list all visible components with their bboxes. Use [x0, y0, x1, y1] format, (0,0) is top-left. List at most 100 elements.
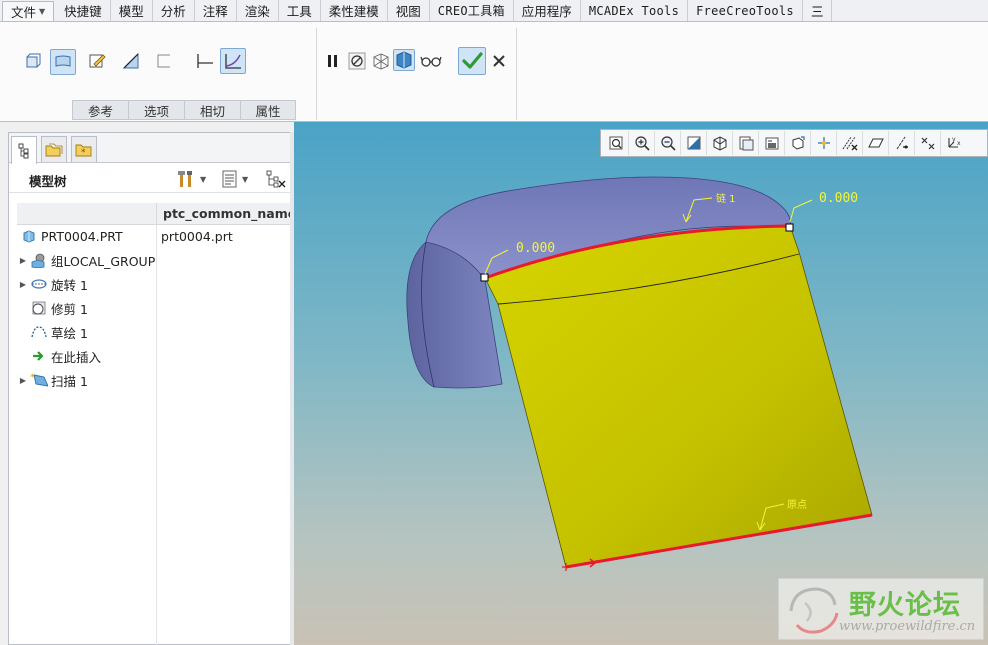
menu-tab-label: 柔性建模 — [328, 4, 379, 19]
repaint-icon[interactable] — [681, 131, 707, 155]
menu-tab-5[interactable]: 渲染 — [237, 0, 279, 21]
mesh-preview-icon[interactable] — [370, 50, 392, 72]
menu-tab-label: 快捷键 — [64, 4, 102, 19]
tree-show-button[interactable]: ▼ — [221, 168, 248, 190]
folder-icon — [45, 143, 63, 156]
chevron-down-icon: ▼ — [200, 174, 207, 184]
view-manager-icon[interactable] — [759, 131, 785, 155]
dashboard-tab-3[interactable]: 属性 — [240, 100, 296, 120]
expand-arrow-icon[interactable]: ▶ — [17, 376, 29, 385]
menu-tab-3[interactable]: 分析 — [153, 0, 195, 21]
favorites-tab[interactable]: * — [71, 136, 97, 162]
csys-display-icon[interactable]: yx — [941, 131, 967, 155]
surface-icon[interactable] — [50, 49, 76, 75]
menu-tab-6[interactable]: 工具 — [279, 0, 321, 21]
thicken-icon[interactable] — [120, 50, 142, 72]
tree-row[interactable]: 修剪 1 — [17, 297, 291, 319]
datum-display-icon[interactable] — [837, 131, 863, 155]
menu-tab-10[interactable]: 应用程序 — [514, 0, 581, 21]
point-display-icon[interactable] — [915, 131, 941, 155]
menu-tab-label: 模型 — [118, 4, 144, 19]
favorites-icon: * — [75, 144, 92, 158]
tools-icon — [178, 171, 192, 187]
glasses-preview-icon[interactable] — [418, 50, 444, 72]
dim-leader-right — [789, 199, 813, 223]
dashboard-tab-2[interactable]: 相切 — [184, 100, 240, 120]
dashboard-tab-1[interactable]: 选项 — [128, 100, 184, 120]
variable-section-icon[interactable] — [220, 48, 246, 74]
menu-tab-9[interactable]: CREO工具箱 — [430, 0, 514, 21]
tree-row[interactable]: ▶ 组LOCAL_GROUP — [17, 249, 291, 271]
menu-tab-8[interactable]: 视图 — [388, 0, 430, 21]
tree-row[interactable]: 在此插入 — [17, 345, 291, 367]
sweep-dashboard-ribbon: 参考 选项 相切 属性 — [0, 22, 988, 122]
origin-label[interactable]: 原点 — [787, 499, 807, 511]
tree-row[interactable]: 草绘 1 — [17, 321, 291, 343]
folder-browser-tab[interactable] — [41, 136, 67, 162]
tree-row[interactable]: ▶ * 扫描 1 — [17, 369, 291, 391]
pause-icon[interactable] — [322, 50, 344, 72]
dim-value-left[interactable]: 0.000 — [516, 241, 555, 256]
chain-label[interactable]: 链 1 — [716, 192, 736, 205]
menu-tab-label: 分析 — [160, 4, 186, 19]
plane-display-icon[interactable] — [863, 131, 889, 155]
expand-arrow-icon[interactable]: ▶ — [17, 280, 29, 289]
no-preview-icon[interactable] — [346, 50, 368, 72]
display-style-icon[interactable] — [707, 131, 733, 155]
menu-tab-1[interactable]: 快捷键 — [56, 0, 111, 21]
tree-settings-button[interactable]: ▼ — [177, 168, 206, 190]
drag-handle-right[interactable] — [785, 223, 794, 232]
graphics-area[interactable]: 0.000 0.000 链 1 原点 yx — [294, 122, 988, 645]
navigator-tabs: * — [9, 133, 291, 164]
preview-group — [318, 22, 518, 122]
dashboard-tab-0[interactable]: 参考 — [72, 100, 128, 120]
expand-arrow-icon[interactable]: ▶ — [17, 256, 29, 265]
axis-display-icon[interactable] — [889, 131, 915, 155]
tree-row[interactable]: ▶ 旋转 1 — [17, 273, 291, 295]
saved-views-icon[interactable] — [733, 131, 759, 155]
left-gutter — [0, 122, 8, 645]
menu-tab-12[interactable]: FreeCreoTools — [688, 0, 803, 21]
spin-center-icon[interactable] — [811, 131, 837, 155]
column-split[interactable] — [156, 203, 157, 225]
column-header-name[interactable]: ptc_common_name — [163, 206, 296, 221]
perspective-icon[interactable] — [785, 131, 811, 155]
tree-row-label: 组LOCAL_GROUP — [51, 253, 156, 269]
menu-tab-0[interactable]: 文件 ▼ — [2, 1, 55, 21]
model-tree-title: 模型树 — [29, 174, 67, 189]
menu-tab-label: FreeCreoTools — [696, 3, 794, 18]
svg-text:y: y — [952, 136, 956, 143]
menu-tab-7[interactable]: 柔性建模 — [321, 0, 388, 21]
refit-icon[interactable] — [603, 131, 629, 155]
menu-tab-13[interactable]: 三 — [803, 0, 833, 21]
tree-filter-button[interactable] — [265, 168, 287, 190]
zoom-out-icon[interactable] — [655, 131, 681, 155]
constant-section-icon[interactable] — [194, 50, 216, 72]
chevron-down-icon: ▼ — [39, 7, 46, 16]
model-geometry[interactable]: 0.000 0.000 链 1 原点 — [294, 122, 988, 645]
menu-tab-4[interactable]: 注释 — [195, 0, 237, 21]
show-list-icon — [222, 170, 237, 188]
sketch-icon[interactable] — [86, 50, 108, 72]
solid-icon[interactable] — [22, 50, 44, 72]
model-tree-tab[interactable] — [11, 136, 37, 164]
tree-row-label: PRT0004.PRT — [41, 228, 123, 244]
insert-here-icon — [30, 348, 48, 364]
cancel-x-icon[interactable] — [488, 50, 510, 72]
menu-tab-label: CREO工具箱 — [437, 4, 505, 18]
tree-row-label: 草绘 1 — [51, 325, 88, 341]
zoom-in-icon[interactable] — [629, 131, 655, 155]
sweep-surface[interactable] — [484, 225, 873, 568]
open-end-icon[interactable] — [153, 50, 175, 72]
confirm-check-icon[interactable] — [458, 47, 486, 75]
menu-tab-2[interactable]: 模型 — [111, 0, 153, 21]
verify-preview-icon[interactable] — [393, 49, 415, 71]
tree-row-label: 扫描 1 — [51, 373, 88, 389]
dim-value-right[interactable]: 0.000 — [819, 191, 858, 206]
menu-tab-label: 三 — [810, 4, 824, 19]
drag-handle-left[interactable] — [480, 273, 489, 282]
menu-tab-label: 文件 — [11, 5, 37, 20]
menu-tab-11[interactable]: MCADEx Tools — [581, 0, 689, 21]
menu-tab-label: 应用程序 — [521, 4, 572, 19]
tree-row[interactable]: PRT0004.PRT prt0004.prt — [17, 225, 291, 247]
